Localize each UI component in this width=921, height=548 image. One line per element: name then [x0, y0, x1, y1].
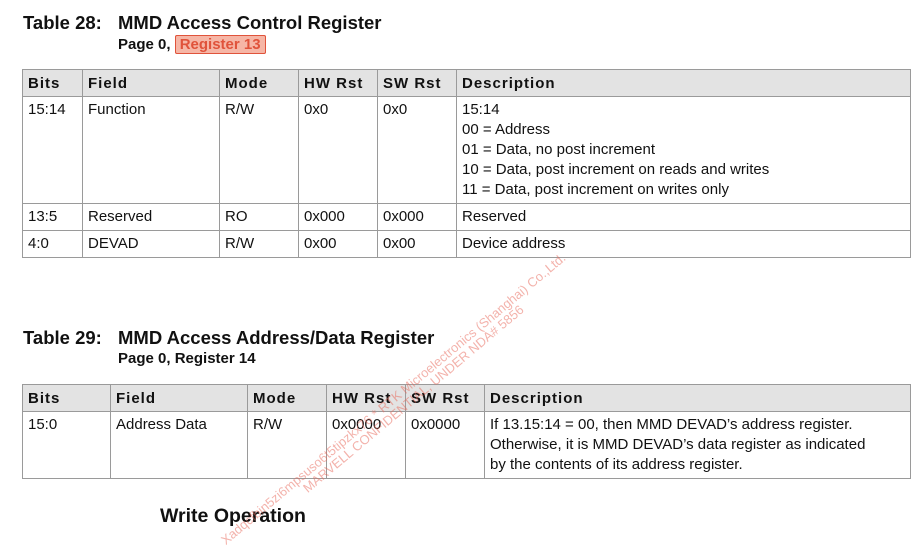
column-header: Description [456, 69, 911, 97]
description-line: by the contents of its address register. [490, 456, 743, 473]
column-header: HW Rst [298, 69, 378, 97]
column-header: Description [484, 384, 911, 412]
description-line: 01 = Data, no post increment [462, 141, 656, 158]
cell-description: Device address [456, 230, 911, 258]
cell-field: Address Data [110, 411, 248, 479]
table-row: 13:5 Reserved RO 0x000 0x000 Reserved [22, 203, 911, 231]
cell-bits: 4:0 [22, 230, 83, 258]
cell-mode: R/W [219, 96, 299, 204]
table-28: Bits Field Mode HW Rst SW Rst Description 15:… [22, 69, 911, 258]
table-28-subtitle: Page 0, Register 13 [118, 35, 266, 54]
description-line: Reserved [462, 208, 527, 225]
cell-sw: 0x000 [377, 203, 457, 231]
table-row: 15:14 Function R/W 0x0 0x0 15:14 00 = Address 0… [22, 96, 911, 204]
table-row: 15:0 Address Data R/W 0x0000 0x0000 If 13.15:… [22, 411, 911, 479]
description-line: 10 = Data, post increment on reads and w… [462, 161, 770, 178]
column-header: Bits [22, 384, 111, 412]
column-header: SW Rst [377, 69, 457, 97]
table-28-subtitle-prefix: Page 0, [118, 36, 175, 53]
cell-sw: 0x00 [377, 230, 457, 258]
table-29-title: MMD Access Address/Data Register [118, 327, 435, 348]
description-line: 11 = Data, post increment on writes only [462, 181, 729, 198]
column-header: Bits [22, 69, 83, 97]
table-28-header-row: Bits Field Mode HW Rst SW Rst Description [22, 69, 911, 97]
description-line: 15:14 [462, 101, 500, 118]
cell-description: 15:14 00 = Address 01 = Data, no post incr… [456, 96, 911, 204]
table-29-number: Table 29: [23, 327, 102, 348]
column-header: Field [82, 69, 220, 97]
cell-sw: 0x0000 [405, 411, 485, 479]
table-29-header-row: Bits Field Mode HW Rst SW Rst Description [22, 384, 911, 412]
highlighted-register-label[interactable]: Register 13 [174, 35, 266, 54]
description-line: Device address [462, 235, 566, 252]
cell-bits: 13:5 [22, 203, 83, 231]
cell-hw: 0x00 [298, 230, 378, 258]
cell-field: DEVAD [82, 230, 220, 258]
table-row: 4:0 DEVAD R/W 0x00 0x00 Device address [22, 230, 911, 258]
description-line: If 13.15:14 = 00, then MMD DEVAD’s addre… [490, 416, 853, 433]
table-28-caption: Table 28: MMD Access Control Register [23, 12, 382, 34]
cell-bits: 15:0 [22, 411, 111, 479]
table-28-title: MMD Access Control Register [118, 12, 382, 33]
description-line: 00 = Address [462, 121, 550, 138]
cell-mode: RO [219, 203, 299, 231]
table-29-caption: Table 29: MMD Access Address/Data Registe… [23, 327, 434, 349]
table-29: Bits Field Mode HW Rst SW Rst Description 15:… [22, 384, 911, 479]
cell-hw: 0x000 [298, 203, 378, 231]
cell-hw: 0x0 [298, 96, 378, 204]
cell-field: Function [82, 96, 220, 204]
cell-field: Reserved [82, 203, 220, 231]
cell-sw: 0x0 [377, 96, 457, 204]
column-header: Mode [219, 69, 299, 97]
column-header: Field [110, 384, 248, 412]
table-28-number: Table 28: [23, 12, 102, 33]
cell-description: Reserved [456, 203, 911, 231]
table-29-subtitle: Page 0, Register 14 [118, 350, 256, 367]
column-header: Mode [247, 384, 327, 412]
cell-description: If 13.15:14 = 00, then MMD DEVAD’s addre… [484, 411, 911, 479]
description-line: Otherwise, it is MMD DEVAD’s data regist… [490, 436, 866, 453]
cell-bits: 15:14 [22, 96, 83, 204]
cell-mode: R/W [219, 230, 299, 258]
